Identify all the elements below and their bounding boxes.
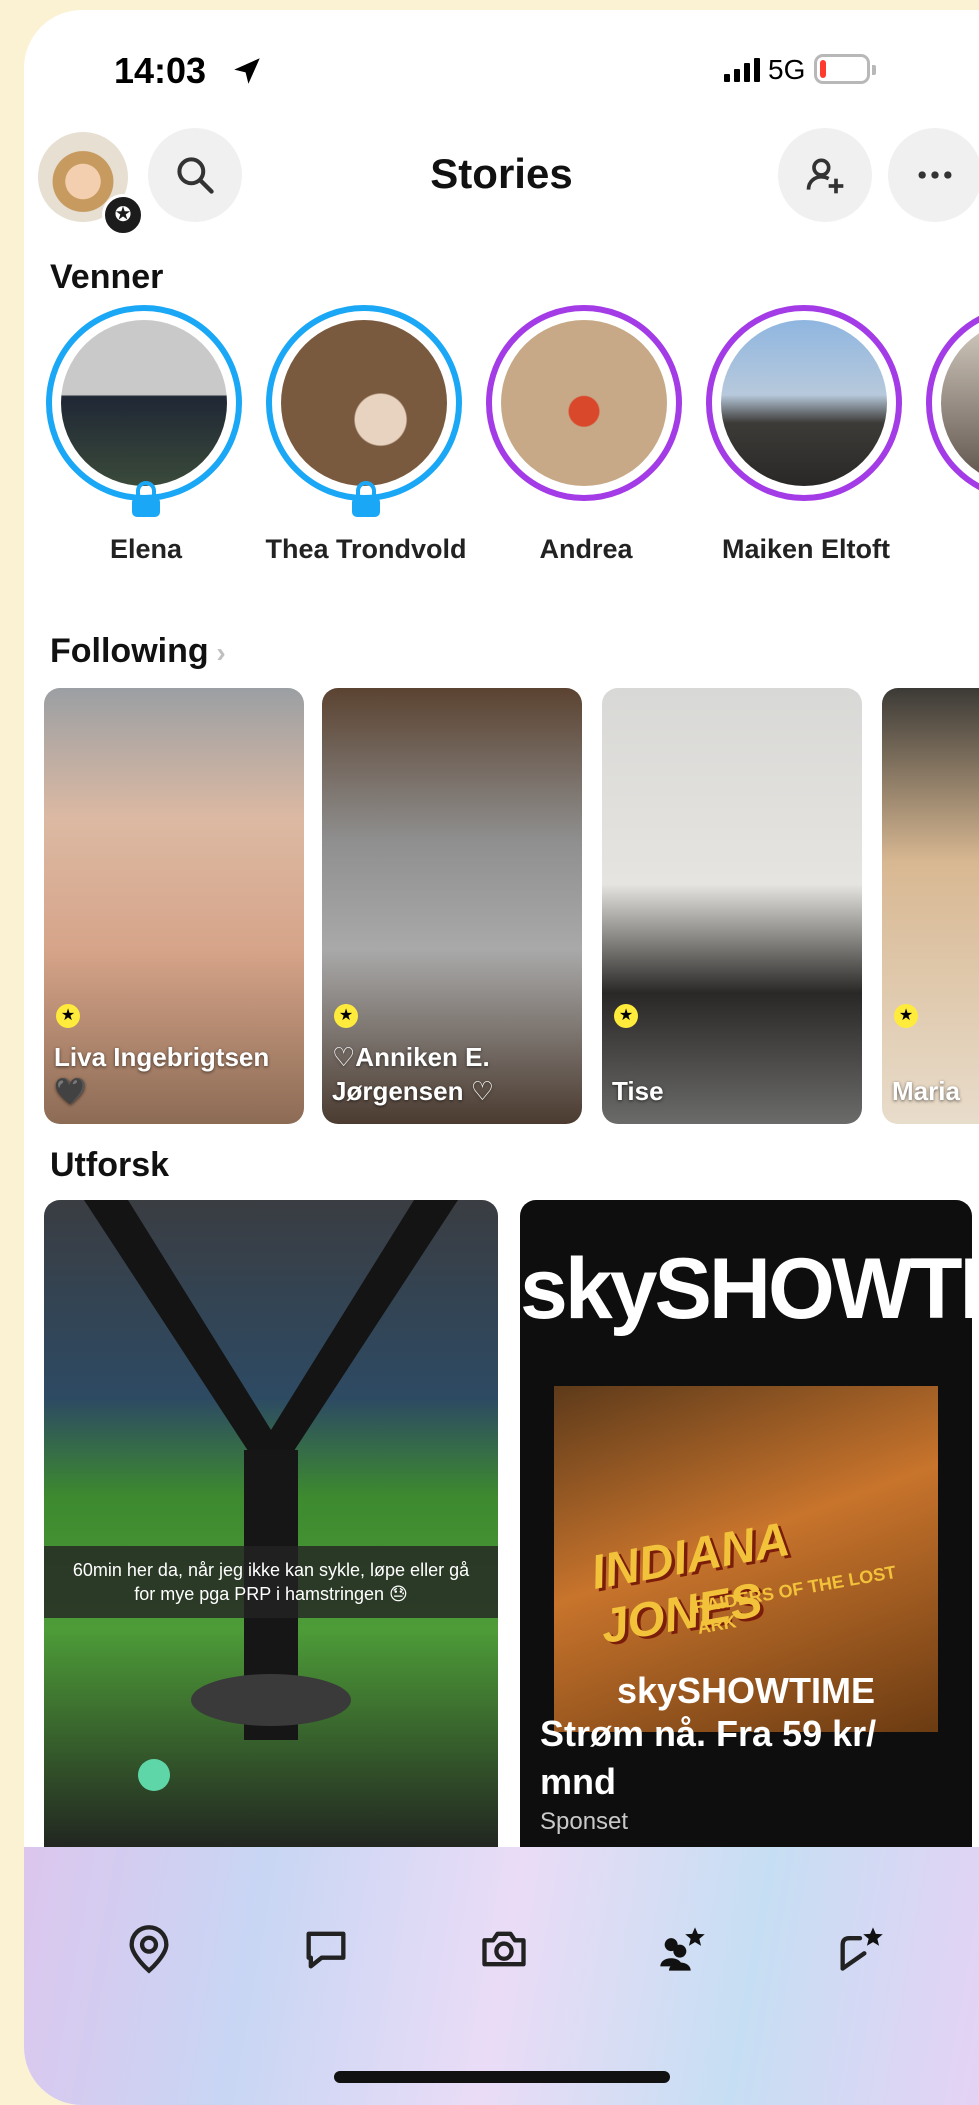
following-card-anniken[interactable]: ★ ♡Anniken E. Jørgensen ♡	[322, 688, 582, 1124]
friend-story-andrea[interactable]: Andrea	[486, 305, 686, 564]
chat-icon	[306, 1931, 346, 1969]
ad-brand-small: skySHOWTIME	[616, 1670, 876, 1711]
stories-icon	[660, 1927, 705, 1971]
stories-screen: 14:03 5G ✪ Stories Venner Elena Thea Tro…	[24, 10, 979, 2105]
nav-stories[interactable]	[652, 1919, 712, 1979]
friend-name: Elena	[109, 534, 183, 564]
star-icon: ★	[334, 1004, 358, 1028]
bottom-nav	[24, 1847, 979, 2105]
nav-spotlight[interactable]	[830, 1919, 890, 1979]
section-following-label: Following	[50, 632, 209, 670]
ad-headline: Strøm nå. Fra 59 kr/ mnd	[540, 1713, 877, 1802]
friend-story-maiken[interactable]: Maiken Eltoft	[706, 305, 906, 564]
friend-name: Andrea	[539, 534, 633, 564]
ad-sponsored-label: Sponset	[540, 1808, 629, 1835]
nav-map[interactable]	[119, 1919, 179, 1979]
spotlight-icon	[840, 1927, 883, 1971]
ad-brand-logo: skySHOWTIME	[520, 1241, 972, 1337]
story-caption: 60min her da, når jeg ikke kan sykle, lø…	[44, 1546, 498, 1618]
card-name: Tise	[612, 1076, 664, 1106]
nav-chat[interactable]	[296, 1919, 356, 1979]
card-name: Maria	[892, 1076, 960, 1106]
location-arrow-icon	[234, 58, 260, 84]
friend-name: Thea Trondvold	[265, 534, 467, 564]
friend-story-ly[interactable]: Ly	[926, 305, 979, 501]
star-icon: ★	[894, 1004, 918, 1028]
star-icon: ★	[614, 1004, 638, 1028]
gym-equipment-graphic	[84, 1200, 458, 1791]
more-icon	[918, 171, 952, 179]
friend-story-elena[interactable]: Elena	[46, 305, 246, 564]
network-label: 5G	[768, 54, 806, 85]
friend-story-thea[interactable]: Thea Trondvold	[265, 305, 467, 564]
add-friend-icon	[806, 158, 844, 194]
story-ring	[926, 305, 979, 501]
explore-card-ad[interactable]: skySHOWTIME INDIANA JONES RAIDERS OF THE…	[520, 1200, 972, 1860]
friend-name: Ly	[842, 533, 979, 566]
lock-icon	[352, 481, 380, 517]
map-icon	[129, 1925, 169, 1974]
more-options-button[interactable]	[888, 128, 979, 222]
chevron-right-icon: ›	[208, 637, 226, 668]
signal-icon	[724, 58, 760, 82]
battery-icon	[814, 54, 876, 84]
story-ring	[266, 305, 462, 501]
following-card-liva[interactable]: ★ Liva Ingebrigtsen 🖤	[44, 688, 304, 1124]
camera-icon	[482, 1931, 526, 1967]
story-ring	[486, 305, 682, 501]
card-name: ♡Anniken E. Jørgensen ♡	[332, 1042, 495, 1106]
add-friend-button[interactable]	[778, 128, 872, 222]
following-card-tise[interactable]: ★ Tise	[602, 688, 862, 1124]
story-ring	[706, 305, 902, 501]
explore-card-gym[interactable]: 60min her da, når jeg ikke kan sykle, lø…	[44, 1200, 498, 1860]
status-time: 14:03	[114, 50, 207, 91]
star-icon: ★	[56, 1004, 80, 1028]
section-following[interactable]: Following ›	[50, 632, 226, 671]
home-indicator	[334, 2071, 670, 2083]
section-explore: Utforsk	[50, 1146, 170, 1184]
lock-icon	[132, 481, 160, 517]
card-name: Liva Ingebrigtsen 🖤	[54, 1042, 270, 1106]
story-ring	[46, 305, 242, 501]
section-friends: Venner	[50, 258, 164, 296]
nav-camera[interactable]	[474, 1919, 534, 1979]
following-card-maria[interactable]: ★ Maria	[882, 688, 979, 1124]
avatar-badge-icon: ✪	[102, 194, 144, 236]
